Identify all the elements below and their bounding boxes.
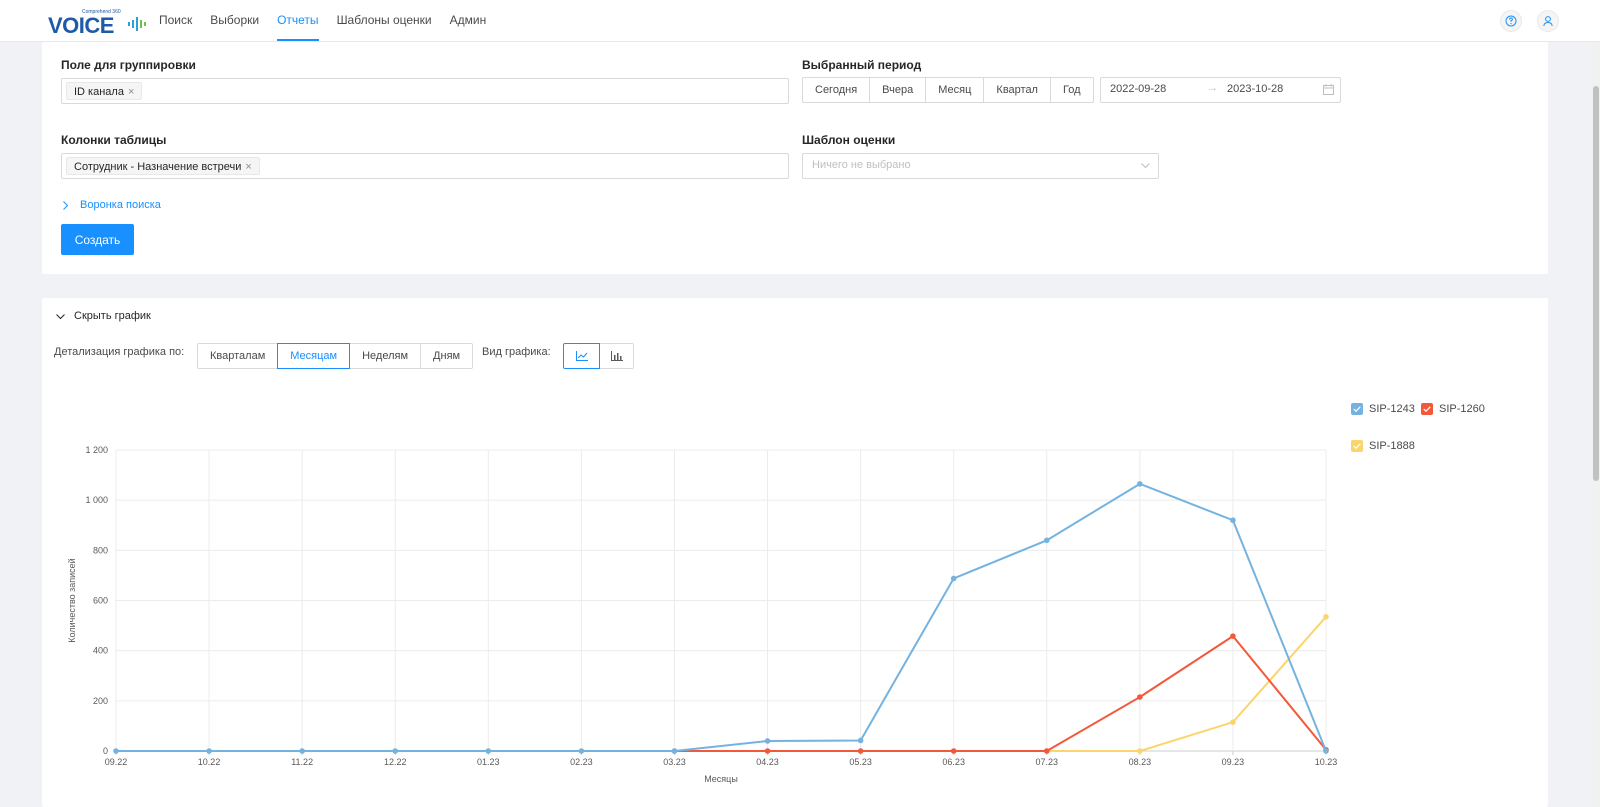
series-line [674,634,1327,752]
data-point [1230,517,1236,524]
series-line [116,482,1327,752]
data-point [113,748,119,754]
y-tick-label: 200 [93,696,108,706]
x-tick-label: 11.22 [291,757,313,767]
data-point [299,748,305,754]
y-tick-label: 1 200 [85,445,108,455]
data-point [950,748,957,754]
series-line [1046,616,1327,752]
x-tick-label: 01.23 [477,757,500,767]
x-tick-label: 12.22 [384,757,407,767]
scrollbar-thumb[interactable] [1593,86,1599,481]
data-point [392,748,399,754]
data-point [764,738,771,744]
x-axis-label: Месяцы [704,774,738,784]
data-point [1137,694,1143,700]
data-point [857,737,864,744]
y-tick-label: 400 [93,646,108,656]
y-axis-label: Количество записей [67,558,77,642]
data-point [950,575,957,582]
y-tick-label: 0 [103,746,108,756]
y-tick-label: 1 000 [85,495,108,505]
data-point [1323,748,1329,754]
x-tick-label: 02.23 [570,757,593,767]
data-point [1137,748,1143,754]
data-point [485,748,492,754]
data-point [1230,719,1236,725]
x-tick-label: 09.23 [1222,757,1245,767]
data-point [671,748,678,754]
y-tick-label: 800 [93,545,108,555]
detail-months-button[interactable]: Месяцам [277,343,351,369]
data-point [1230,633,1236,639]
x-tick-label: 04.23 [756,757,779,767]
line-chart: 0 200 400 600 800 1 000 1 200 09.22 10.22 11.22 12… [67,445,1338,784]
line-chart-button[interactable] [563,343,600,369]
page-scrollbar[interactable] [1592,42,1600,807]
data-point [206,748,212,754]
x-tick-label: 03.23 [663,757,686,767]
x-tick-label: 08.23 [1129,757,1152,767]
line-chart-icon [575,351,588,361]
data-point [857,748,864,754]
x-tick-label: 10.23 [1315,757,1338,767]
data-point [1043,748,1050,754]
data-point [1137,481,1143,487]
x-tick-label: 06.23 [942,757,965,767]
data-point [764,748,771,754]
x-tick-label: 09.22 [105,757,128,767]
data-point [1043,537,1050,544]
x-tick-label: 05.23 [849,757,872,767]
data-point [1323,614,1329,620]
y-tick-label: 600 [93,596,108,606]
x-tick-label: 10.22 [198,757,221,767]
x-tick-label: 07.23 [1036,757,1059,767]
data-point [578,748,585,754]
